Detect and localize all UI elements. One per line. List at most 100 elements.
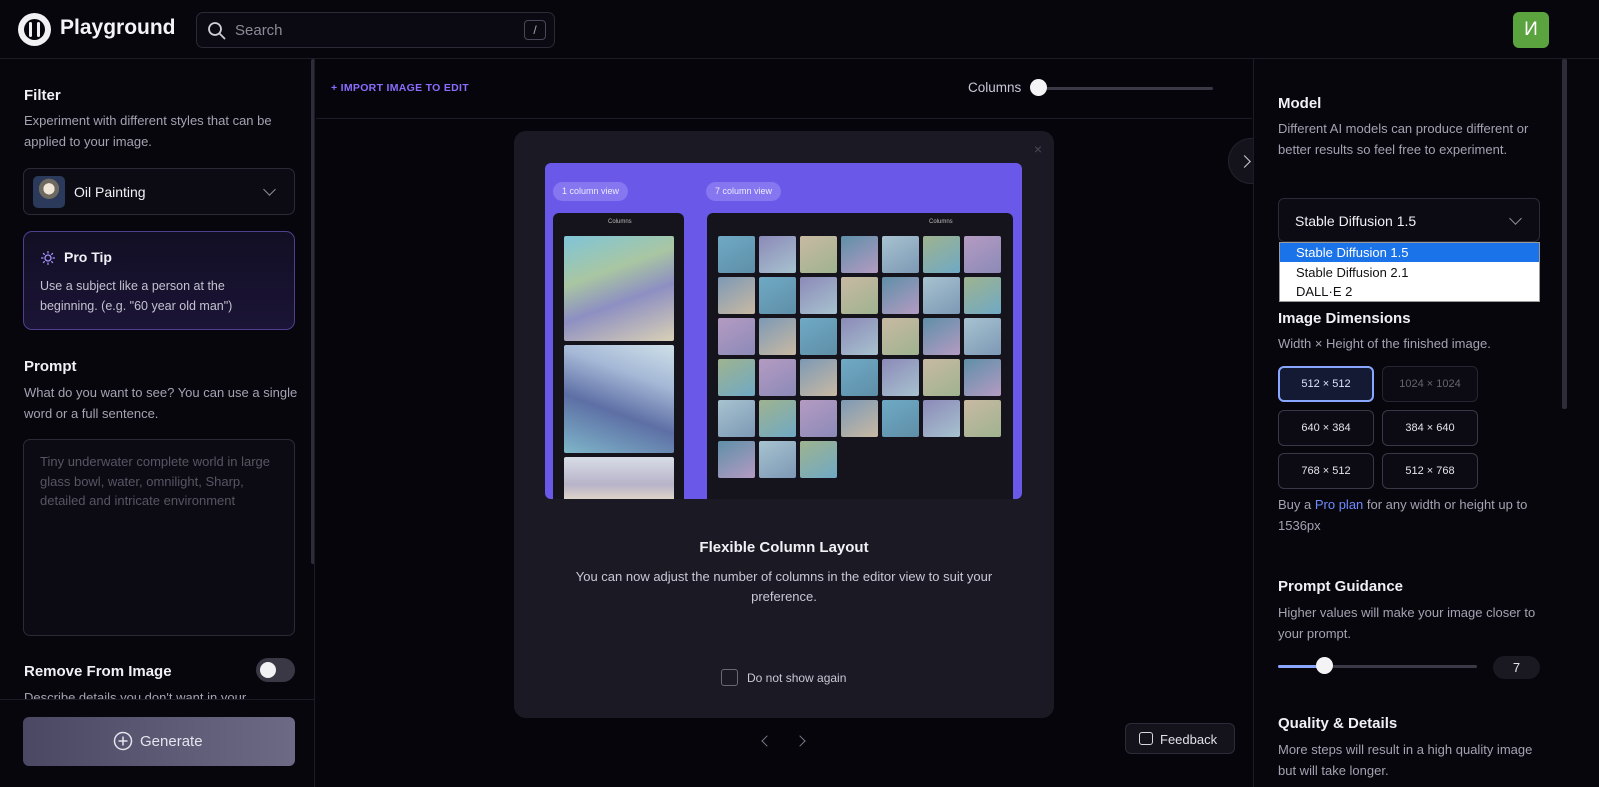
search-shortcut-key: / bbox=[524, 20, 546, 40]
seven-column-tag: 7 column view bbox=[706, 182, 782, 201]
preview-thumbnail bbox=[841, 236, 878, 273]
prompt-guidance-slider-handle[interactable] bbox=[1316, 657, 1333, 674]
import-image-link[interactable]: + IMPORT IMAGE TO EDIT bbox=[331, 82, 469, 94]
preview-thumbnail bbox=[718, 236, 755, 273]
prompt-guidance-slider-track[interactable] bbox=[1278, 665, 1477, 668]
top-bar: Playground / И bbox=[0, 0, 1599, 59]
left-footer: Generate bbox=[0, 699, 314, 787]
dimension-option[interactable]: 512 × 512 bbox=[1278, 366, 1374, 402]
dimension-option[interactable]: 640 × 384 bbox=[1278, 410, 1374, 446]
phone-status: Columns bbox=[929, 219, 953, 225]
prompt-guidance-value[interactable]: 7 bbox=[1493, 656, 1540, 679]
chevron-down-icon bbox=[1509, 212, 1522, 225]
quality-details-description: More steps will result in a high quality… bbox=[1278, 742, 1533, 778]
right-sidebar: Model Different AI models can produce di… bbox=[1253, 59, 1599, 787]
remove-from-image-toggle[interactable] bbox=[256, 658, 295, 682]
editor-toolbar: + IMPORT IMAGE TO EDIT Columns bbox=[316, 59, 1252, 119]
model-option[interactable]: Stable Diffusion 1.5 bbox=[1280, 243, 1539, 262]
search-bar[interactable]: / bbox=[196, 12, 555, 48]
preview-thumbnail bbox=[759, 236, 796, 273]
filter-selected-value: Oil Painting bbox=[74, 184, 146, 200]
next-arrow-icon[interactable] bbox=[794, 735, 806, 747]
prompt-title: Prompt bbox=[24, 358, 77, 375]
feedback-button[interactable]: Feedback bbox=[1125, 723, 1235, 754]
left-scrollbar[interactable] bbox=[311, 59, 314, 564]
preview-thumbnail bbox=[800, 359, 837, 396]
preview-thumbnail bbox=[759, 277, 796, 314]
close-icon[interactable]: × bbox=[1034, 141, 1042, 157]
preview-thumbnail bbox=[800, 441, 837, 478]
filter-select[interactable]: Oil Painting bbox=[23, 168, 295, 215]
preview-thumbnail bbox=[718, 359, 755, 396]
preview-thumbnail bbox=[882, 318, 919, 355]
pro-plan-upsell: Buy a Pro plan for any width or height u… bbox=[1278, 494, 1553, 536]
columns-slider-handle[interactable] bbox=[1030, 79, 1047, 96]
preview-thumbnail bbox=[718, 318, 755, 355]
preview-thumbnail bbox=[923, 359, 960, 396]
image-dimensions-description: Width × Height of the finished image. bbox=[1278, 336, 1491, 351]
modal-title: Flexible Column Layout bbox=[699, 539, 869, 556]
whats-new-modal: × 1 column view 7 column view Columns Co… bbox=[514, 131, 1054, 718]
filter-description: Experiment with different styles that ca… bbox=[24, 113, 272, 149]
preview-thumbnail bbox=[964, 318, 1001, 355]
dimension-option[interactable]: 768 × 512 bbox=[1278, 453, 1374, 489]
preview-thumbnail bbox=[841, 359, 878, 396]
preview-thumbnail bbox=[964, 359, 1001, 396]
model-option[interactable]: DALL·E 2 bbox=[1280, 282, 1539, 301]
preview-thumbnail bbox=[882, 236, 919, 273]
do-not-show-again-label: Do not show again bbox=[747, 671, 847, 685]
previous-arrow-icon[interactable] bbox=[761, 735, 773, 747]
preview-thumbnail bbox=[759, 318, 796, 355]
model-option[interactable]: Stable Diffusion 2.1 bbox=[1280, 263, 1539, 282]
prompt-guidance-title: Prompt Guidance bbox=[1278, 578, 1404, 595]
chevron-right-icon bbox=[1238, 155, 1251, 168]
prompt-description: What do you want to see? You can use a s… bbox=[24, 385, 298, 421]
pro-tip-card: Pro Tip Use a subject like a person at t… bbox=[23, 231, 295, 330]
left-sidebar: Filter Experiment with different styles … bbox=[0, 59, 315, 787]
dimension-option[interactable]: 1024 × 1024 bbox=[1382, 366, 1478, 402]
preview-thumbnail bbox=[841, 400, 878, 437]
chat-bubble-icon bbox=[1139, 732, 1153, 745]
preview-thumbnail bbox=[759, 359, 796, 396]
preview-thumbnail bbox=[718, 441, 755, 478]
phone-status: Columns bbox=[608, 219, 632, 225]
preview-thumbnail bbox=[800, 318, 837, 355]
columns-label: Columns bbox=[968, 80, 1022, 95]
preview-thumbnail bbox=[882, 400, 919, 437]
dimension-option[interactable]: 384 × 640 bbox=[1382, 410, 1478, 446]
user-avatar[interactable]: И bbox=[1513, 12, 1549, 48]
pro-tip-text: Use a subject like a person at the begin… bbox=[40, 279, 233, 313]
upsell-prefix: Buy a bbox=[1278, 497, 1315, 512]
do-not-show-again-checkbox[interactable] bbox=[721, 669, 738, 686]
generate-button[interactable]: Generate bbox=[23, 717, 295, 766]
filter-title: Filter bbox=[24, 87, 61, 104]
right-scrollbar[interactable] bbox=[1562, 59, 1567, 409]
seven-column-phone: Columns bbox=[707, 213, 1013, 499]
dimension-option[interactable]: 512 × 768 bbox=[1382, 453, 1478, 489]
brand-name[interactable]: Playground bbox=[60, 16, 176, 40]
search-input[interactable] bbox=[235, 13, 515, 47]
image-dimensions-title: Image Dimensions bbox=[1278, 310, 1411, 327]
model-select[interactable]: Stable Diffusion 1.5 bbox=[1278, 198, 1540, 242]
preview-thumbnail bbox=[800, 400, 837, 437]
filter-thumbnail bbox=[33, 176, 65, 208]
preview-thumbnail bbox=[800, 277, 837, 314]
preview-thumbnail bbox=[759, 441, 796, 478]
columns-slider-track[interactable] bbox=[1038, 87, 1213, 90]
pro-plan-link[interactable]: Pro plan bbox=[1315, 497, 1363, 512]
preview-tile bbox=[564, 236, 674, 341]
preview-thumbnail bbox=[882, 359, 919, 396]
lightbulb-icon bbox=[41, 251, 55, 265]
quality-details-title: Quality & Details bbox=[1278, 715, 1398, 732]
remove-from-image-title: Remove From Image bbox=[24, 663, 172, 680]
modal-description: You can now adjust the number of columns… bbox=[575, 569, 993, 604]
model-description: Different AI models can produce differen… bbox=[1278, 121, 1529, 157]
one-column-tag: 1 column view bbox=[553, 182, 629, 201]
generate-label: Generate bbox=[140, 733, 203, 750]
preview-thumbnail bbox=[923, 400, 960, 437]
prompt-input[interactable] bbox=[23, 439, 295, 636]
preview-thumbnail bbox=[923, 318, 960, 355]
preview-thumbnail bbox=[964, 400, 1001, 437]
preview-thumbnail bbox=[718, 400, 755, 437]
playground-logo-icon[interactable] bbox=[18, 13, 51, 46]
